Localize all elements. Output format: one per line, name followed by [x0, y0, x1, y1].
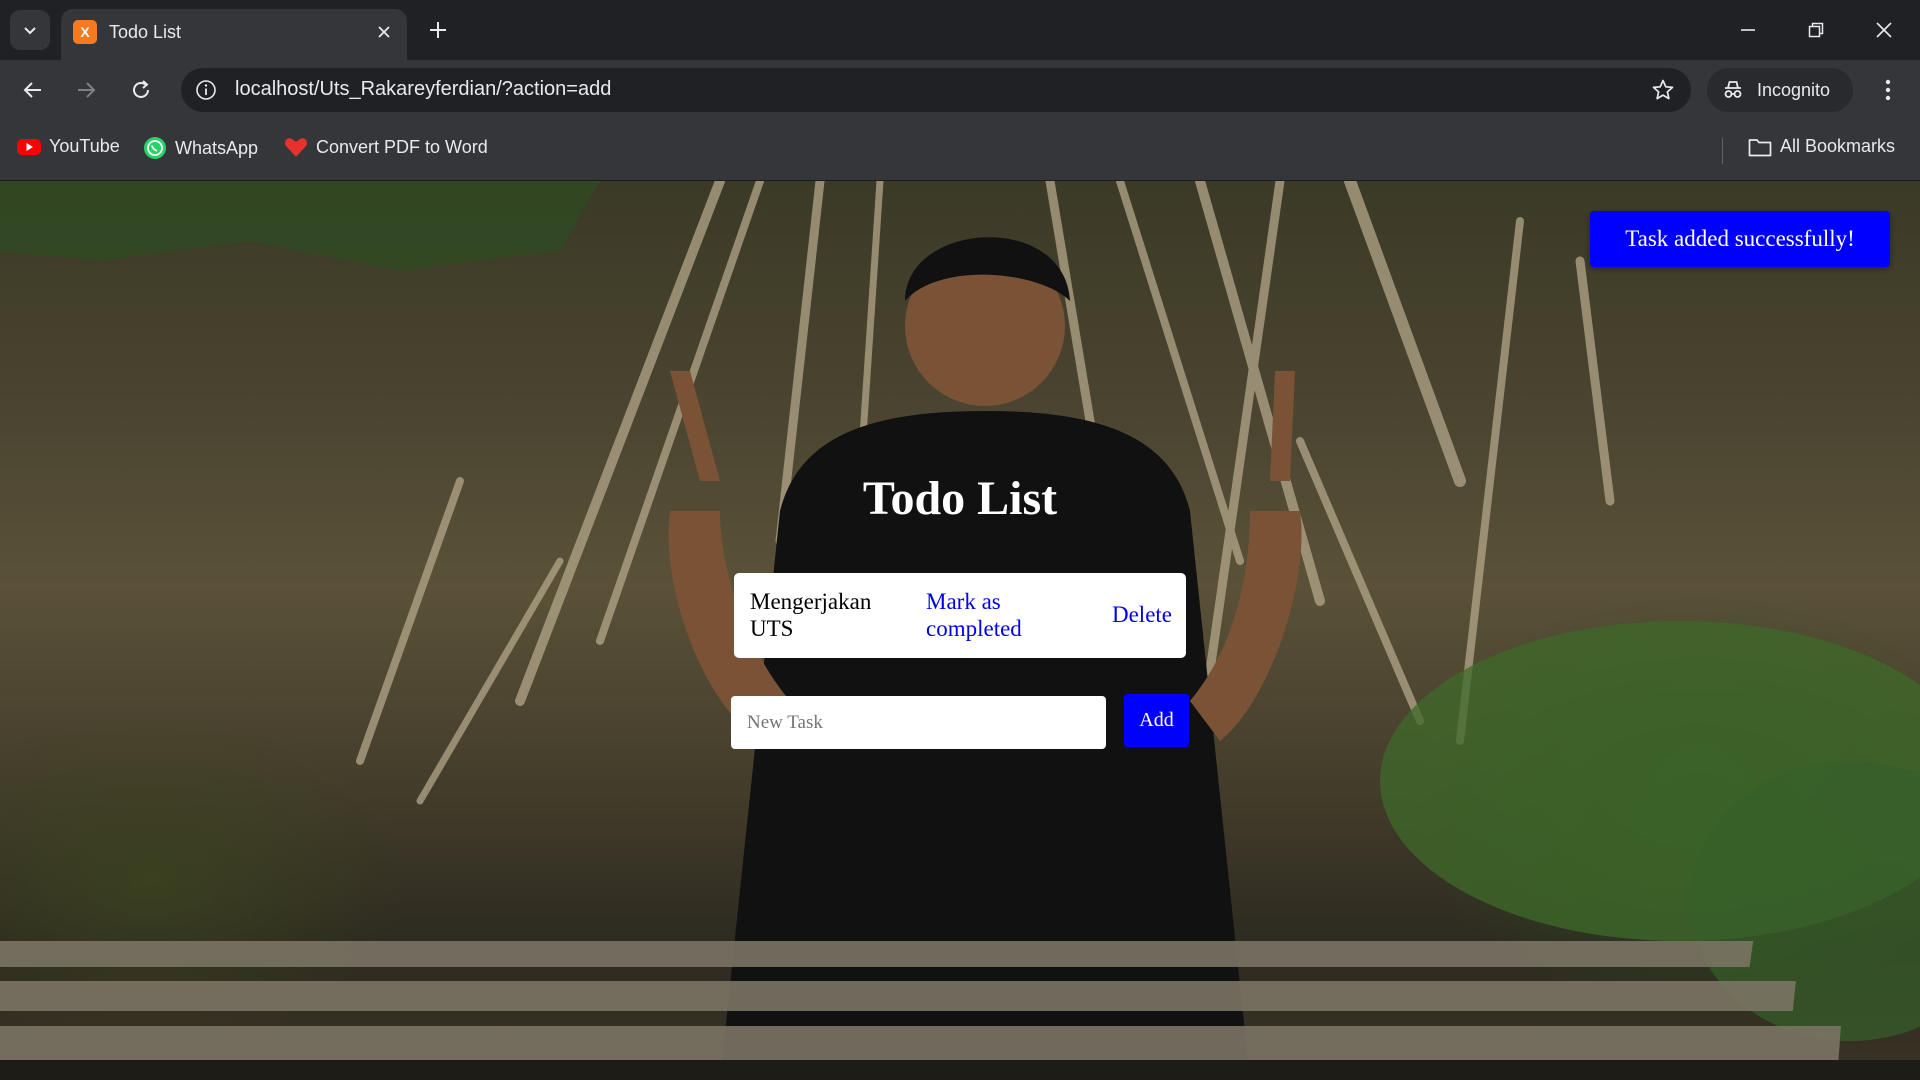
- incognito-icon: [1724, 81, 1742, 98]
- minimize-button[interactable]: [1726, 8, 1770, 52]
- add-task-button[interactable]: Add: [1124, 694, 1189, 747]
- bookmark-star-button[interactable]: [1649, 76, 1677, 104]
- forward-button[interactable]: [66, 70, 106, 110]
- new-tab-button[interactable]: [422, 12, 454, 48]
- bookmark-label: WhatsApp: [175, 137, 259, 158]
- todo-text: Mengerjakan UTS: [750, 589, 872, 641]
- close-icon: [378, 26, 390, 38]
- tab-search-button[interactable]: [10, 10, 50, 50]
- todo-item: Mengerjakan UTS Mark as completed Delete: [734, 573, 1186, 658]
- tab-strip: X Todo List: [0, 0, 1920, 60]
- bookmark-youtube[interactable]: YouTube: [17, 136, 120, 157]
- address-bar[interactable]: localhost/Uts_Rakareyferdian/?action=add: [181, 68, 1691, 112]
- bookmark-label: Convert PDF to Word: [316, 136, 488, 157]
- more-vertical-icon: [1885, 79, 1891, 101]
- close-window-button[interactable]: [1862, 8, 1906, 52]
- plus-icon: [430, 22, 446, 38]
- all-bookmarks-button[interactable]: All Bookmarks: [1748, 136, 1895, 157]
- incognito-label: Incognito: [1757, 79, 1831, 100]
- arrow-right-icon: [78, 82, 96, 98]
- mark-completed-link[interactable]: Mark as completed: [926, 588, 1046, 642]
- back-button[interactable]: [13, 70, 53, 110]
- browser-toolbar: localhost/Uts_Rakareyferdian/?action=add…: [0, 60, 1920, 120]
- new-task-input[interactable]: [731, 696, 1106, 749]
- incognito-indicator[interactable]: Incognito: [1707, 68, 1853, 112]
- delete-link[interactable]: Delete: [1112, 602, 1172, 628]
- bookmark-whatsapp[interactable]: WhatsApp: [143, 136, 258, 160]
- reload-button[interactable]: [121, 70, 161, 110]
- tab-close-button[interactable]: [373, 21, 395, 43]
- bookmark-label: YouTube: [49, 136, 120, 156]
- success-toast: Task added successfully!: [1590, 211, 1890, 267]
- star-icon: [1652, 79, 1674, 100]
- page-viewport: Task added successfully! Todo List Menge…: [0, 181, 1920, 1080]
- folder-icon: [1748, 138, 1772, 156]
- url-text[interactable]: localhost/Uts_Rakareyferdian/?action=add: [235, 78, 611, 101]
- xampp-favicon-icon: X: [73, 20, 97, 44]
- close-icon: [1876, 22, 1892, 38]
- bookmarks-separator: [1722, 138, 1723, 164]
- restore-icon: [1808, 22, 1824, 38]
- page-title: Todo List: [862, 472, 1058, 525]
- chevron-down-icon: [24, 27, 36, 35]
- arrow-left-icon: [23, 82, 41, 98]
- whatsapp-icon: [144, 137, 166, 159]
- bookmark-convert-pdf[interactable]: Convert PDF to Word: [284, 136, 488, 158]
- restore-button[interactable]: [1794, 8, 1838, 52]
- all-bookmarks-label: All Bookmarks: [1780, 136, 1896, 156]
- tab-title: Todo List: [109, 22, 182, 42]
- youtube-icon: [17, 138, 41, 155]
- browser-menu-button[interactable]: [1870, 72, 1906, 108]
- active-tab[interactable]: X Todo List: [61, 9, 407, 60]
- site-info-icon[interactable]: [193, 77, 219, 103]
- minimize-icon: [1741, 29, 1755, 31]
- pdf-converter-icon: [284, 138, 308, 157]
- bookmarks-bar: YouTube WhatsApp Convert PDF to Word All…: [0, 120, 1920, 181]
- reload-icon: [133, 80, 149, 98]
